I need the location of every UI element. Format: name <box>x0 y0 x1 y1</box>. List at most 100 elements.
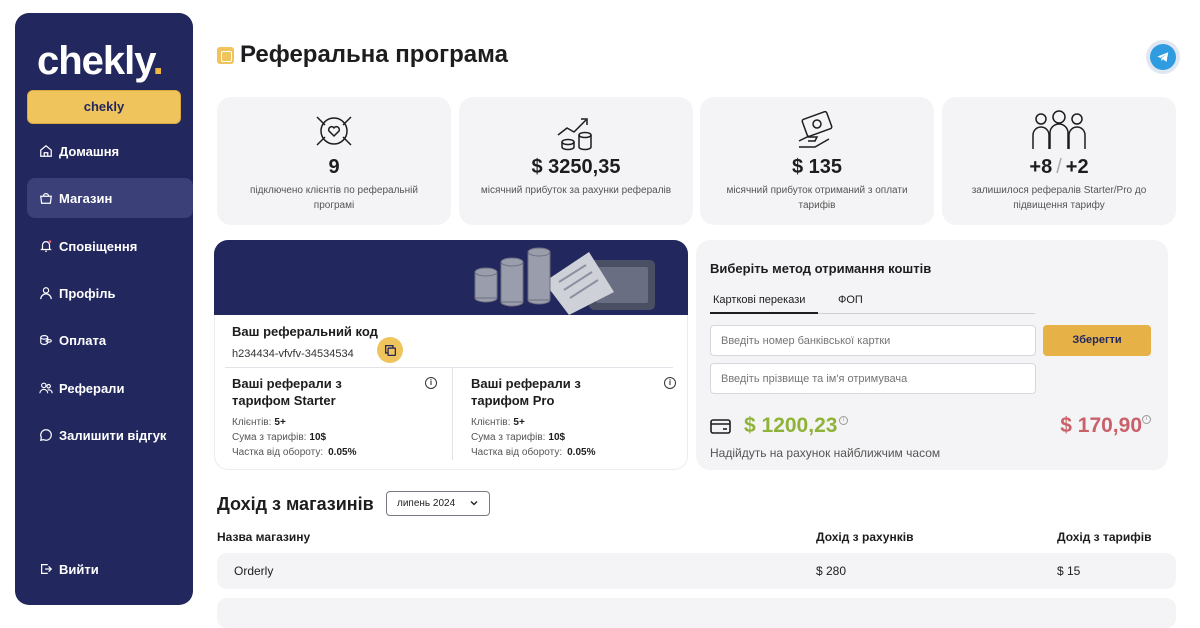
logo-text: chekly <box>37 39 154 83</box>
column-header-tariffs[interactable]: Дохід з тарифів <box>1057 530 1151 544</box>
logo[interactable]: chekly. <box>37 39 164 83</box>
value-separator: / <box>1056 156 1062 178</box>
card-number-input[interactable] <box>710 325 1036 356</box>
tariff-income: $ 15 <box>1057 564 1081 578</box>
sidebar-item-store[interactable]: Магазин <box>27 178 193 218</box>
sidebar-item-label: Залишити відгук <box>59 427 167 443</box>
store-icon <box>40 193 52 204</box>
home-icon <box>40 144 52 157</box>
sum-label: Сума з тарифів: <box>471 432 546 443</box>
user-button[interactable]: chekly <box>27 90 181 124</box>
sidebar-item-payment[interactable]: Оплата <box>27 320 193 360</box>
share-label: Частка від обороту: <box>232 447 324 458</box>
users-icon <box>39 382 53 394</box>
referral-card: Ваш реферальний код h234434-vfvfv-345345… <box>214 240 688 470</box>
copy-code-button[interactable] <box>377 337 403 363</box>
tier-starter: Ваші реферали з тарифом Starter i Клієнт… <box>232 375 437 458</box>
sum-value: 10$ <box>548 432 566 443</box>
clients-label: Клієнтів: <box>232 417 272 428</box>
tier-sum: Сума з тарифів: 10$ <box>232 432 437 443</box>
tier-clients: Клієнтів: 5+ <box>232 417 437 428</box>
info-icon[interactable]: i <box>425 377 437 389</box>
sidebar-item-profile[interactable]: Профіль <box>27 273 193 313</box>
tier-separator <box>452 368 453 460</box>
clients-label: Клієнтів: <box>471 417 511 428</box>
team-icon <box>1032 110 1086 149</box>
tier-share: Частка від обороту: 0.05% <box>471 447 676 458</box>
referral-code-label: Ваш реферальний код <box>232 324 378 339</box>
month-select[interactable]: липень 2024 <box>386 491 490 516</box>
sidebar-item-label: Профіль <box>59 285 116 301</box>
sidebar-item-label: Магазин <box>59 190 113 206</box>
stat-description: підключено клієнтів по реферальній прогр… <box>250 185 418 211</box>
handshake-heart-icon <box>316 116 352 146</box>
income-title: Дохід з магазинів <box>217 494 374 514</box>
stat-card-remaining-referrals: +8/+2 залишилося рефералів Starter/Pro д… <box>942 97 1176 225</box>
tier-clients: Клієнтів: 5+ <box>471 417 676 428</box>
sum-label: Сума з тарифів: <box>232 432 307 443</box>
stat-value: 9 <box>328 156 340 178</box>
stat-card-tariff-profit: $ 135 місячний прибуток отриманий з опла… <box>700 97 934 225</box>
tier-title: Ваші реферали з тарифом Pro <box>471 376 581 408</box>
coins-icon <box>40 335 52 345</box>
tier-sum: Сума з тарифів: 10$ <box>471 432 676 443</box>
stat-description: залишилося рефералів Starter/Pro до підв… <box>971 185 1147 211</box>
referral-body: Ваш реферальний код h234434-vfvfv-345345… <box>214 315 688 470</box>
store-name: Orderly <box>234 564 274 578</box>
table-row[interactable] <box>217 598 1176 628</box>
info-icon[interactable]: i <box>664 377 676 389</box>
sidebar-item-home[interactable]: Домашня <box>27 131 193 171</box>
stat-description: місячний прибуток отриманий з оплати тар… <box>726 185 908 211</box>
recipient-name-input[interactable] <box>710 363 1036 394</box>
save-button[interactable]: Зберегти <box>1043 325 1151 356</box>
sidebar-item-feedback[interactable]: Залишити відгук <box>27 415 193 455</box>
month-value: липень 2024 <box>397 498 456 509</box>
stat-card-clients: 9 підключено клієнтів по реферальній про… <box>217 97 451 225</box>
logout-button[interactable]: Вийти <box>27 549 193 589</box>
logo-dot: . <box>152 39 164 83</box>
stat-card-invoice-profit: $ 3250,35 місячний прибуток за рахунки р… <box>459 97 693 225</box>
telegram-button[interactable] <box>1146 40 1180 74</box>
telegram-icon <box>1150 44 1176 70</box>
column-header-store[interactable]: Назва магазину <box>217 530 310 544</box>
payout-note: Надійдуть на рахунок найближчим часом <box>710 446 941 460</box>
tab-card-transfers[interactable]: Карткові перекази <box>713 294 805 306</box>
stat-value: $ 3250,35 <box>531 156 621 178</box>
payout-title: Виберіть метод отримання коштів <box>710 261 932 276</box>
info-icon[interactable]: i <box>839 416 848 425</box>
stat-value: +8/+2 <box>942 156 1176 179</box>
sidebar-item-label: Оплата <box>59 332 107 348</box>
user-icon <box>40 287 52 300</box>
sidebar-item-label: Сповіщення <box>59 238 138 254</box>
wallet-card-icon <box>710 419 731 434</box>
sidebar-item-referrals[interactable]: Реферали <box>27 368 193 408</box>
divider <box>225 367 673 368</box>
sidebar-item-label: Реферали <box>59 380 125 396</box>
logout-label: Вийти <box>59 561 99 577</box>
share-value: 0.05% <box>567 447 596 458</box>
sum-value: 10$ <box>309 432 327 443</box>
invoice-income: $ 280 <box>816 564 847 578</box>
sidebar: chekly. chekly Домашня Магазин Сповіщенн… <box>15 13 193 605</box>
table-row[interactable]: Orderly $ 280 $ 15 <box>217 553 1176 589</box>
share-label: Частка від обороту: <box>471 447 563 458</box>
coins-receipt-illustration <box>474 247 655 315</box>
stat-value: $ 135 <box>791 156 843 178</box>
money-hand-icon <box>798 110 833 148</box>
tier-share: Частка від обороту: 0.05% <box>232 447 437 458</box>
tier-pro: Ваші реферали з тарифом Pro i Клієнтів: 5… <box>471 375 676 458</box>
copy-icon <box>384 344 396 356</box>
pending-amount: $ 170,90 <box>1060 414 1142 437</box>
stat-description: місячний прибуток за рахунки рефералів <box>480 185 672 196</box>
chat-icon <box>39 429 52 442</box>
info-icon[interactable]: i <box>1142 415 1151 424</box>
starter-remaining: +8 <box>1029 156 1053 178</box>
available-amount: $ 1200,23 <box>744 414 838 437</box>
referral-banner <box>214 240 688 315</box>
payout-card: Виберіть метод отримання коштів Карткові… <box>696 240 1168 470</box>
referral-code: h234434-vfvfv-34534534 <box>232 348 354 360</box>
column-header-invoices[interactable]: Дохід з рахунків <box>816 530 913 544</box>
sidebar-item-notifications[interactable]: Сповіщення <box>27 226 193 266</box>
logout-icon <box>41 564 53 574</box>
tab-fop[interactable]: ФОП <box>838 294 863 306</box>
